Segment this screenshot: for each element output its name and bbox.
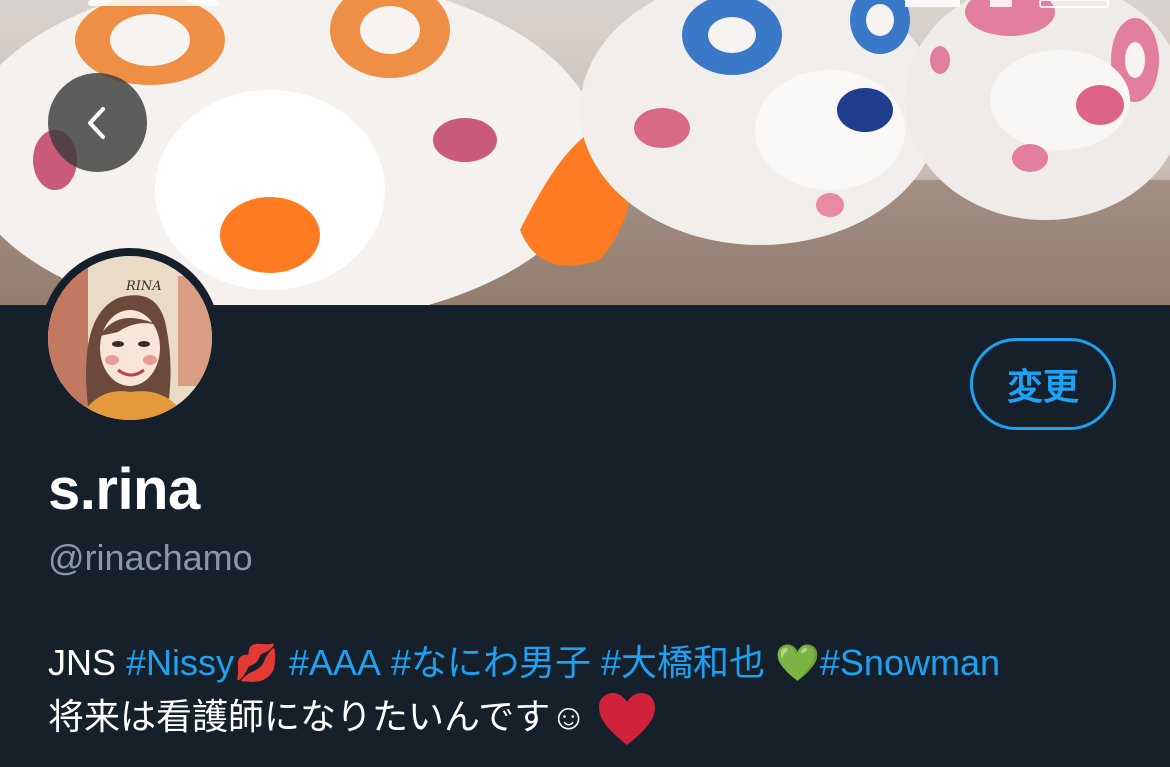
hashtag-aaa[interactable]: #AAA — [289, 642, 381, 683]
hashtag-ohashi-kazuya[interactable]: #大橋和也 — [601, 642, 765, 683]
bio-prefix: JNS — [48, 642, 127, 683]
user-handle: @rinachamo — [48, 537, 253, 578]
red-heart-icon — [598, 693, 655, 746]
kiss-icon: 💋 — [234, 642, 279, 683]
avatar-image: RINA — [48, 256, 212, 420]
edit-profile-button[interactable]: 変更 — [970, 338, 1116, 430]
bio-text: 将来は看護師になりたいんです☺︎ — [48, 696, 587, 737]
back-button[interactable] — [48, 73, 147, 172]
hashtag-snowman[interactable]: #Snowman — [820, 642, 1000, 683]
profile-bio: JNS #Nissy💋 #AAA #なにわ男子 #大橋和也 💚#Snowman … — [48, 636, 1148, 747]
hashtag-nissy[interactable]: #Nissy — [126, 642, 234, 683]
chevron-left-icon — [87, 106, 105, 139]
avatar-signature: RINA — [125, 279, 162, 294]
green-heart-icon: 💚 — [775, 642, 820, 683]
bio-line-1: JNS #Nissy💋 #AAA #なにわ男子 #大橋和也 💚#Snowman — [48, 636, 1148, 690]
hashtag-naniwa-danshi[interactable]: #なにわ男子 — [391, 642, 591, 683]
status-bar — [88, 0, 1109, 8]
avatar[interactable]: RINA — [40, 248, 220, 428]
bio-line-2: 将来は看護師になりたいんです☺︎ — [48, 690, 1148, 747]
profile-banner — [0, 0, 1170, 305]
banner-image — [0, 0, 1170, 305]
display-name: s.rina — [48, 457, 200, 522]
